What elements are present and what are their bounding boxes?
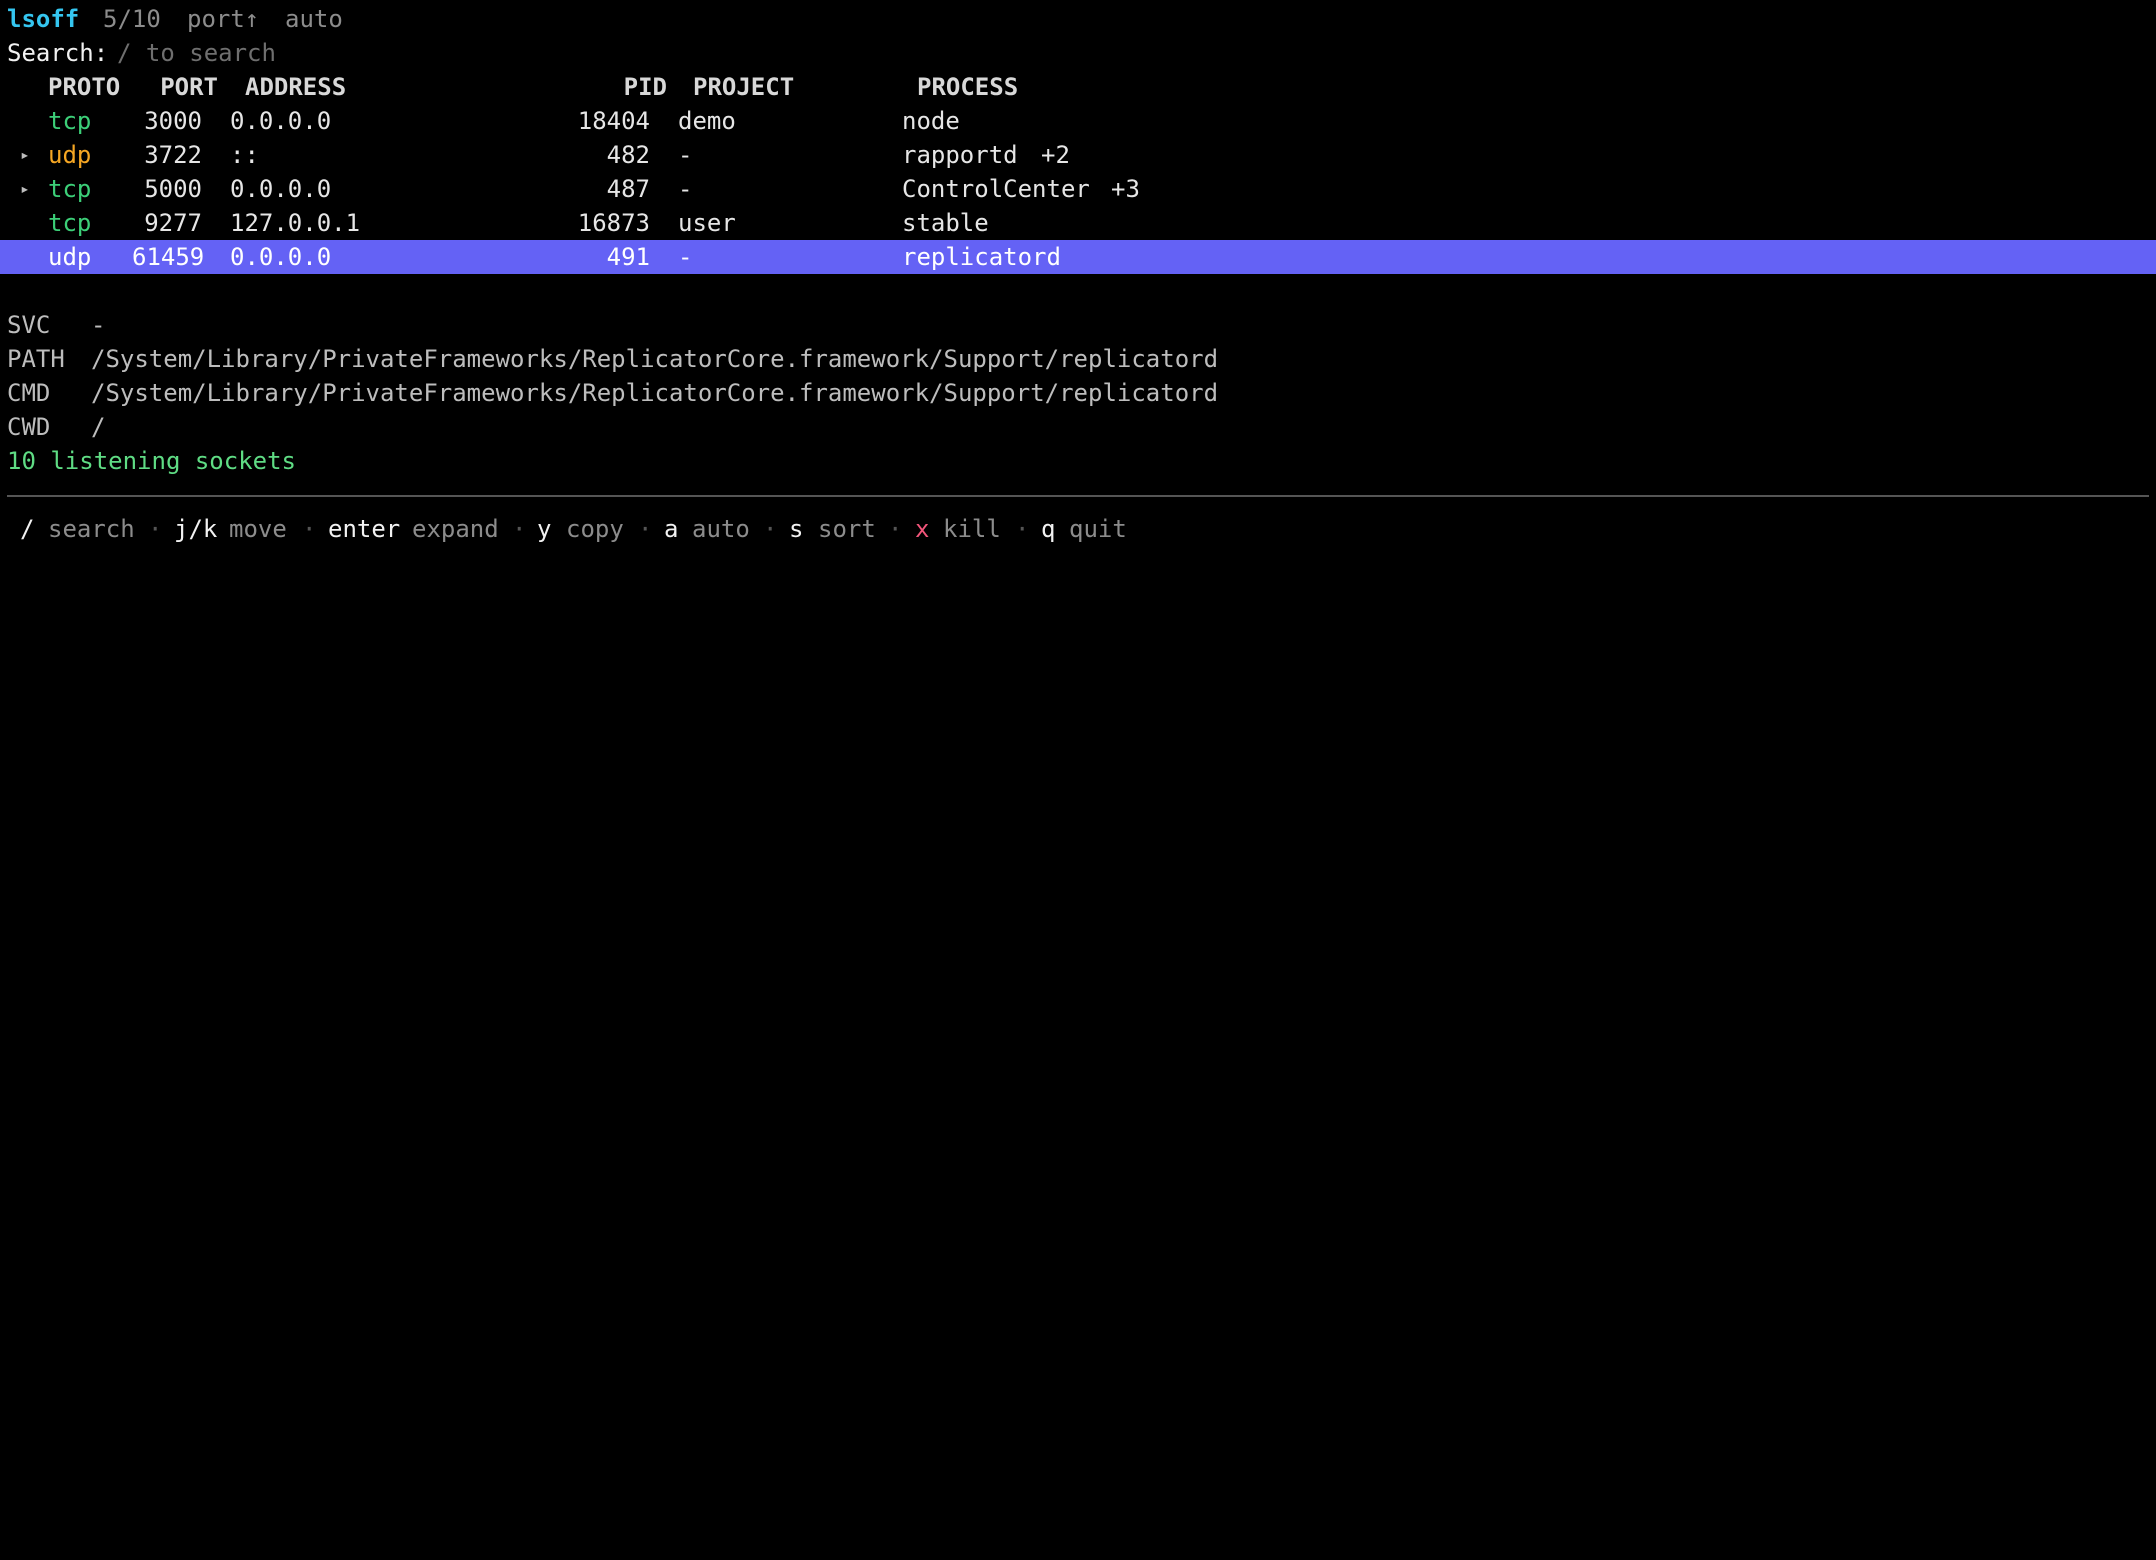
help-key-copy[interactable]: y [537, 512, 551, 546]
detail-label: SVC [7, 311, 51, 339]
row-address: 127.0.0.1 [230, 209, 361, 237]
row-pid: 487 [606, 175, 650, 203]
detail-svc: SVC - [7, 308, 105, 342]
table-row-selected[interactable]: udp 61459 0.0.0.0 491 - replicatord [0, 240, 2156, 274]
help-key-move[interactable]: j/k [174, 512, 217, 546]
table-row[interactable]: tcp 3000 0.0.0.0 18404 demo node [0, 104, 960, 138]
detail-cwd: CWD / [7, 410, 105, 444]
summary-line: 10 listening sockets [7, 444, 296, 478]
expand-arrow[interactable]: ▸ [20, 138, 30, 172]
table-row[interactable]: ▸ tcp 5000 0.0.0.0 487 - ControlCenter +… [0, 172, 1140, 206]
help-separator: · [512, 515, 527, 543]
row-address: 0.0.0.0 [230, 175, 332, 203]
row-port: 5000 [144, 175, 202, 203]
row-project: demo [678, 107, 736, 135]
row-count: 5/10 [103, 5, 161, 33]
row-project: - [678, 175, 693, 203]
row-process: stable [902, 209, 989, 237]
column-header-proto[interactable]: PROTO [48, 70, 120, 104]
help-separator: · [302, 515, 317, 543]
row-project: - [678, 141, 693, 169]
help-key-kill[interactable]: x [915, 512, 929, 546]
help-action-move: move [229, 515, 287, 543]
row-proto: tcp [48, 209, 92, 237]
row-pid: 482 [606, 141, 650, 169]
detail-value: / [91, 413, 106, 441]
expand-arrow[interactable]: ▸ [20, 172, 30, 206]
help-key-expand[interactable]: enter [328, 512, 400, 546]
detail-label: PATH [7, 345, 65, 373]
help-action-auto: auto [692, 515, 750, 543]
help-action-sort: sort [818, 515, 876, 543]
row-proto: udp [48, 141, 92, 169]
terminal-window: lsoff 5/10 port↑ auto Search: / to searc… [0, 0, 2156, 1560]
search-bar[interactable]: Search: / to search [7, 36, 276, 70]
help-action-copy: copy [566, 515, 624, 543]
row-pid: 18404 [577, 107, 650, 135]
row-port: 3000 [144, 107, 202, 135]
help-action-kill: kill [943, 515, 1001, 543]
table-row[interactable]: ▸ udp 3722 :: 482 - rapportd +2 [0, 138, 1070, 172]
row-process: node [902, 107, 960, 135]
help-action-quit: quit [1069, 515, 1127, 543]
detail-label: CMD [7, 379, 51, 407]
title-bar: lsoff 5/10 port↑ auto [7, 2, 343, 36]
column-header-project[interactable]: PROJECT [693, 70, 794, 104]
detail-cmd: CMD /System/Library/PrivateFrameworks/Re… [7, 376, 1218, 410]
help-separator: · [148, 515, 163, 543]
help-key-sort[interactable]: s [789, 512, 803, 546]
help-key-auto[interactable]: a [664, 512, 678, 546]
row-pid: 16873 [577, 209, 650, 237]
divider [7, 495, 2149, 497]
search-label: Search: [7, 39, 109, 67]
search-input[interactable]: / to search [117, 36, 276, 70]
table-header: PROTO PORT ADDRESS PID PROJECT PROCESS [0, 70, 1018, 104]
column-header-address[interactable]: ADDRESS [245, 70, 346, 104]
row-process-extra: +2 [1041, 141, 1070, 169]
row-proto: tcp [48, 175, 92, 203]
socket-summary: 10 listening sockets [7, 447, 296, 475]
app-name: lsoff [7, 5, 80, 33]
row-port: 3722 [144, 141, 202, 169]
help-separator: · [888, 515, 903, 543]
help-separator: · [638, 515, 653, 543]
help-separator: · [763, 515, 778, 543]
row-port: 61459 [132, 243, 205, 271]
detail-value: /System/Library/PrivateFrameworks/Replic… [91, 379, 1219, 407]
column-header-port[interactable]: PORT [148, 70, 218, 104]
detail-label: CWD [7, 413, 51, 441]
column-header-process[interactable]: PROCESS [917, 70, 1018, 104]
table-row[interactable]: tcp 9277 127.0.0.1 16873 user stable [0, 206, 989, 240]
row-process-extra: +3 [1111, 175, 1140, 203]
row-address: 0.0.0.0 [230, 107, 332, 135]
detail-path: PATH /System/Library/PrivateFrameworks/R… [7, 342, 1218, 376]
row-project: user [678, 209, 736, 237]
help-action-search: search [48, 515, 135, 543]
row-address: :: [230, 141, 259, 169]
row-pid: 491 [606, 243, 650, 271]
help-bar: / search · j/k move · enter expand · y c… [0, 512, 1127, 546]
mode-indicator[interactable]: auto [285, 2, 343, 36]
row-proto: tcp [48, 107, 92, 135]
row-process: replicatord [902, 243, 1061, 271]
row-process: ControlCenter [902, 175, 1090, 203]
help-key-search[interactable]: / [20, 512, 34, 546]
row-project: - [678, 243, 693, 271]
row-port: 9277 [144, 209, 202, 237]
row-proto: udp [48, 243, 92, 271]
row-address: 0.0.0.0 [230, 243, 332, 271]
detail-value: /System/Library/PrivateFrameworks/Replic… [91, 345, 1219, 373]
help-separator: · [1015, 515, 1030, 543]
sort-indicator[interactable]: port↑ [187, 2, 259, 36]
help-key-quit[interactable]: q [1041, 512, 1055, 546]
column-header-pid[interactable]: PID [600, 70, 667, 104]
help-action-expand: expand [412, 515, 499, 543]
row-process: rapportd [902, 141, 1018, 169]
detail-value: - [91, 311, 106, 339]
